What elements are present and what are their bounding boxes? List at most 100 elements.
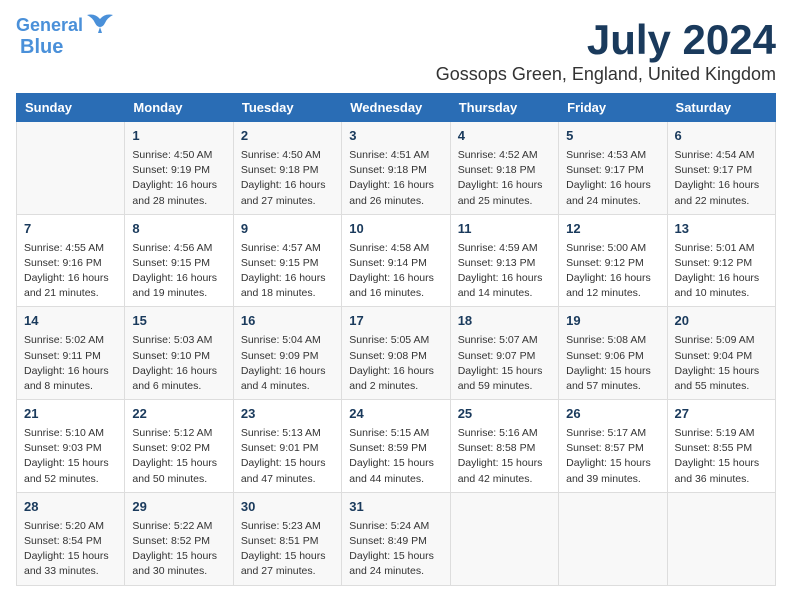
calendar-cell: 20 Sunrise: 5:09 AM Sunset: 9:04 PM Dayli… — [667, 307, 775, 400]
date-number: 24 — [349, 405, 442, 424]
date-number: 4 — [458, 127, 551, 146]
header: General Blue July 2024 Gossops Green, En… — [16, 16, 776, 85]
calendar-cell: 7Sunrise: 4:55 AM Sunset: 9:16 PM Daylig… — [17, 214, 125, 307]
header-day-saturday: Saturday — [667, 94, 775, 122]
date-number: 16 — [241, 312, 334, 331]
date-number: 15 — [132, 312, 225, 331]
logo-blue: Blue — [20, 36, 63, 58]
calendar-cell: 5 Sunrise: 4:53 AM Sunset: 9:17 PM Daylig… — [559, 122, 667, 215]
cell-info: Sunrise: 5:07 AM Sunset: 9:07 PM Dayligh… — [458, 333, 551, 394]
cell-info: Sunrise: 5:22 AM Sunset: 8:52 PM Dayligh… — [132, 519, 225, 580]
date-number: 10 — [349, 220, 442, 239]
date-number: 22 — [132, 405, 225, 424]
date-number: 6 — [675, 127, 768, 146]
cell-info: Sunrise: 5:09 AM Sunset: 9:04 PM Dayligh… — [675, 333, 768, 394]
cell-info: Sunrise: 4:50 AM Sunset: 9:18 PM Dayligh… — [241, 148, 334, 209]
calendar-cell — [667, 492, 775, 585]
calendar-cell: 14 Sunrise: 5:02 AM Sunset: 9:11 PM Dayli… — [17, 307, 125, 400]
date-number: 28 — [24, 498, 117, 517]
date-number: 1 — [132, 127, 225, 146]
cell-info: Sunrise: 5:23 AM Sunset: 8:51 PM Dayligh… — [241, 519, 334, 580]
date-number: 5 — [566, 127, 659, 146]
cell-info: Sunrise: 5:16 AM Sunset: 8:58 PM Dayligh… — [458, 426, 551, 487]
cell-info: Sunrise: 4:54 AM Sunset: 9:17 PM Dayligh… — [675, 148, 768, 209]
calendar-cell: 3 Sunrise: 4:51 AM Sunset: 9:18 PM Daylig… — [342, 122, 450, 215]
date-number: 21 — [24, 405, 117, 424]
calendar-cell — [559, 492, 667, 585]
header-day-friday: Friday — [559, 94, 667, 122]
header-day-thursday: Thursday — [450, 94, 558, 122]
calendar-cell: 25 Sunrise: 5:16 AM Sunset: 8:58 PM Dayli… — [450, 400, 558, 493]
date-number: 25 — [458, 405, 551, 424]
header-day-tuesday: Tuesday — [233, 94, 341, 122]
calendar-week-row: 1 Sunrise: 4:50 AM Sunset: 9:19 PM Daylig… — [17, 122, 776, 215]
calendar-week-row: 21 Sunrise: 5:10 AM Sunset: 9:03 PM Dayli… — [17, 400, 776, 493]
date-number: 27 — [675, 405, 768, 424]
cell-info: Sunrise: 5:13 AM Sunset: 9:01 PM Dayligh… — [241, 426, 334, 487]
calendar-cell: 19 Sunrise: 5:08 AM Sunset: 9:06 PM Dayli… — [559, 307, 667, 400]
cell-info: Sunrise: 5:12 AM Sunset: 9:02 PM Dayligh… — [132, 426, 225, 487]
calendar-cell: 2 Sunrise: 4:50 AM Sunset: 9:18 PM Daylig… — [233, 122, 341, 215]
calendar-cell: 18Sunrise: 5:07 AM Sunset: 9:07 PM Dayli… — [450, 307, 558, 400]
calendar-cell: 28 Sunrise: 5:20 AM Sunset: 8:54 PM Dayli… — [17, 492, 125, 585]
date-number: 20 — [675, 312, 768, 331]
location-title: Gossops Green, England, United Kingdom — [436, 64, 776, 85]
calendar-cell: 6 Sunrise: 4:54 AM Sunset: 9:17 PM Daylig… — [667, 122, 775, 215]
cell-info: Sunrise: 5:00 AM Sunset: 9:12 PM Dayligh… — [566, 241, 659, 302]
date-number: 14 — [24, 312, 117, 331]
date-number: 19 — [566, 312, 659, 331]
calendar-week-row: 7Sunrise: 4:55 AM Sunset: 9:16 PM Daylig… — [17, 214, 776, 307]
cell-info: Sunrise: 5:01 AM Sunset: 9:12 PM Dayligh… — [675, 241, 768, 302]
cell-info: Sunrise: 4:58 AM Sunset: 9:14 PM Dayligh… — [349, 241, 442, 302]
calendar-cell: 31Sunrise: 5:24 AM Sunset: 8:49 PM Dayli… — [342, 492, 450, 585]
cell-info: Sunrise: 5:24 AM Sunset: 8:49 PM Dayligh… — [349, 519, 442, 580]
cell-info: Sunrise: 5:08 AM Sunset: 9:06 PM Dayligh… — [566, 333, 659, 394]
calendar-cell: 24Sunrise: 5:15 AM Sunset: 8:59 PM Dayli… — [342, 400, 450, 493]
date-number: 30 — [241, 498, 334, 517]
date-number: 2 — [241, 127, 334, 146]
date-number: 8 — [132, 220, 225, 239]
cell-info: Sunrise: 4:56 AM Sunset: 9:15 PM Dayligh… — [132, 241, 225, 302]
date-number: 23 — [241, 405, 334, 424]
calendar-cell: 17Sunrise: 5:05 AM Sunset: 9:08 PM Dayli… — [342, 307, 450, 400]
cell-info: Sunrise: 4:53 AM Sunset: 9:17 PM Dayligh… — [566, 148, 659, 209]
date-number: 26 — [566, 405, 659, 424]
calendar-week-row: 28 Sunrise: 5:20 AM Sunset: 8:54 PM Dayli… — [17, 492, 776, 585]
calendar-cell: 12 Sunrise: 5:00 AM Sunset: 9:12 PM Dayli… — [559, 214, 667, 307]
header-day-sunday: Sunday — [17, 94, 125, 122]
header-row: SundayMondayTuesdayWednesdayThursdayFrid… — [17, 94, 776, 122]
date-number: 29 — [132, 498, 225, 517]
calendar-cell: 21 Sunrise: 5:10 AM Sunset: 9:03 PM Dayli… — [17, 400, 125, 493]
calendar-cell: 11 Sunrise: 4:59 AM Sunset: 9:13 PM Dayli… — [450, 214, 558, 307]
date-number: 12 — [566, 220, 659, 239]
calendar-cell: 23 Sunrise: 5:13 AM Sunset: 9:01 PM Dayli… — [233, 400, 341, 493]
cell-info: Sunrise: 5:19 AM Sunset: 8:55 PM Dayligh… — [675, 426, 768, 487]
cell-info: Sunrise: 5:10 AM Sunset: 9:03 PM Dayligh… — [24, 426, 117, 487]
logo-text: General — [16, 16, 83, 36]
cell-info: Sunrise: 4:52 AM Sunset: 9:18 PM Dayligh… — [458, 148, 551, 209]
calendar-week-row: 14 Sunrise: 5:02 AM Sunset: 9:11 PM Dayli… — [17, 307, 776, 400]
cell-info: Sunrise: 5:02 AM Sunset: 9:11 PM Dayligh… — [24, 333, 117, 394]
calendar-cell: 8 Sunrise: 4:56 AM Sunset: 9:15 PM Daylig… — [125, 214, 233, 307]
header-day-monday: Monday — [125, 94, 233, 122]
calendar-cell: 13Sunrise: 5:01 AM Sunset: 9:12 PM Dayli… — [667, 214, 775, 307]
cell-info: Sunrise: 4:59 AM Sunset: 9:13 PM Dayligh… — [458, 241, 551, 302]
calendar-cell: 1 Sunrise: 4:50 AM Sunset: 9:19 PM Daylig… — [125, 122, 233, 215]
logo: General Blue — [16, 16, 115, 58]
date-number: 3 — [349, 127, 442, 146]
calendar-cell: 15Sunrise: 5:03 AM Sunset: 9:10 PM Dayli… — [125, 307, 233, 400]
cell-info: Sunrise: 4:50 AM Sunset: 9:19 PM Dayligh… — [132, 148, 225, 209]
cell-info: Sunrise: 5:20 AM Sunset: 8:54 PM Dayligh… — [24, 519, 117, 580]
calendar-cell: 30 Sunrise: 5:23 AM Sunset: 8:51 PM Dayli… — [233, 492, 341, 585]
calendar-cell: 22 Sunrise: 5:12 AM Sunset: 9:02 PM Dayli… — [125, 400, 233, 493]
date-number: 9 — [241, 220, 334, 239]
logo-general: General — [16, 15, 83, 35]
cell-info: Sunrise: 5:17 AM Sunset: 8:57 PM Dayligh… — [566, 426, 659, 487]
cell-info: Sunrise: 4:51 AM Sunset: 9:18 PM Dayligh… — [349, 148, 442, 209]
date-number: 7 — [24, 220, 117, 239]
calendar-cell — [17, 122, 125, 215]
date-number: 11 — [458, 220, 551, 239]
calendar-cell — [450, 492, 558, 585]
calendar-cell: 16Sunrise: 5:04 AM Sunset: 9:09 PM Dayli… — [233, 307, 341, 400]
calendar-cell: 27 Sunrise: 5:19 AM Sunset: 8:55 PM Dayli… — [667, 400, 775, 493]
